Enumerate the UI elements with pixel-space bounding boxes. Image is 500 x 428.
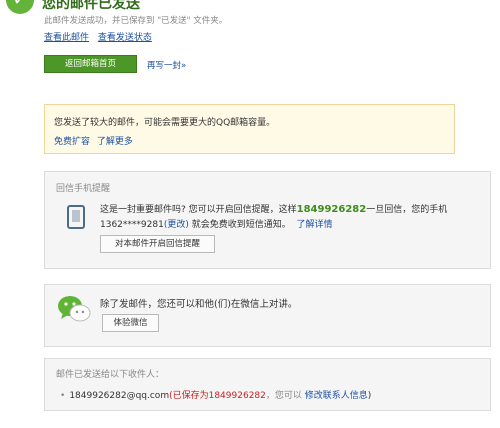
- close-paren: ): [367, 391, 372, 401]
- sms-reminder-panel: 回信手机提醒 这是一封重要邮件吗? 您可以开启回信提醒，这样1849926282…: [44, 171, 491, 269]
- phone-icon: [67, 205, 85, 229]
- sms-reminder-text-2: 1362****9281(更改) 就会免费收到短信通知。 了解详情: [100, 217, 332, 230]
- sms-text-before: 这是一封重要邮件吗? 您可以开启回信提醒，这样: [100, 205, 297, 215]
- sms-text-after: 一旦回信，您的手机: [366, 205, 448, 215]
- storage-notice-message: 您发送了较大的邮件，可能会需要更大的QQ邮箱容量。: [54, 118, 276, 128]
- view-mail-link[interactable]: 查看此邮件: [44, 33, 89, 43]
- wechat-message: 除了发邮件，您还可以和他(们)在微信上对讲。: [100, 299, 298, 310]
- enable-reply-reminder-button[interactable]: 对本邮件开启回信提醒: [100, 235, 215, 253]
- wechat-panel: 除了发邮件，您还可以和他(们)在微信上对讲。 体验微信: [44, 284, 491, 347]
- recipient-row: • 1849926282@qq.com(已保存为1849926282，您可以 修改…: [60, 388, 371, 401]
- write-another-link[interactable]: 再写一封»: [147, 59, 186, 71]
- recipients-panel: 邮件已发送给以下收件人： • 1849926282@qq.com(已保存为1849…: [44, 358, 491, 411]
- header-links: 查看此邮件 查看发送状态: [44, 30, 158, 43]
- phone-number: 1362****9281: [100, 220, 164, 230]
- saved-suffix: ，您可以: [265, 391, 302, 401]
- wechat-icon: [58, 296, 91, 322]
- recipient-email: 1849926282@qq.com: [69, 391, 170, 401]
- free-expand-link[interactable]: 免费扩容: [54, 137, 90, 147]
- view-status-link[interactable]: 查看发送状态: [98, 33, 152, 43]
- details-link[interactable]: 了解详情: [296, 220, 332, 230]
- subtitle: 此邮件发送成功，并已保存到 "已发送" 文件夹。: [44, 16, 228, 26]
- bullet: •: [60, 391, 66, 401]
- back-to-inbox-button[interactable]: 返回邮箱首页: [44, 55, 137, 73]
- saved-prefix: (已保存为: [169, 391, 209, 401]
- email-number: 1849926282: [296, 204, 367, 215]
- storage-notice: 您发送了较大的邮件，可能会需要更大的QQ邮箱容量。 免费扩容 了解更多: [44, 104, 455, 154]
- storage-notice-links: 免费扩容 了解更多: [54, 134, 137, 147]
- sms-reminder-text: 这是一封重要邮件吗? 您可以开启回信提醒，这样1849926282一旦回信，您的…: [100, 202, 447, 215]
- modify-contact-link[interactable]: 修改联系人信息: [305, 391, 368, 401]
- page-title: 您的邮件已发送: [42, 0, 140, 12]
- check-circle-icon: ✓: [6, 0, 34, 14]
- change-phone-link[interactable]: (更改): [164, 220, 189, 230]
- recipients-title: 邮件已发送给以下收件人：: [56, 370, 165, 380]
- sms-free-text: 就会免费收到短信通知。: [188, 220, 291, 230]
- saved-name: 1849926282: [208, 391, 266, 401]
- try-wechat-button[interactable]: 体验微信: [102, 314, 159, 332]
- learn-more-link[interactable]: 了解更多: [97, 137, 133, 147]
- sms-reminder-title: 回信手机提醒: [56, 184, 111, 194]
